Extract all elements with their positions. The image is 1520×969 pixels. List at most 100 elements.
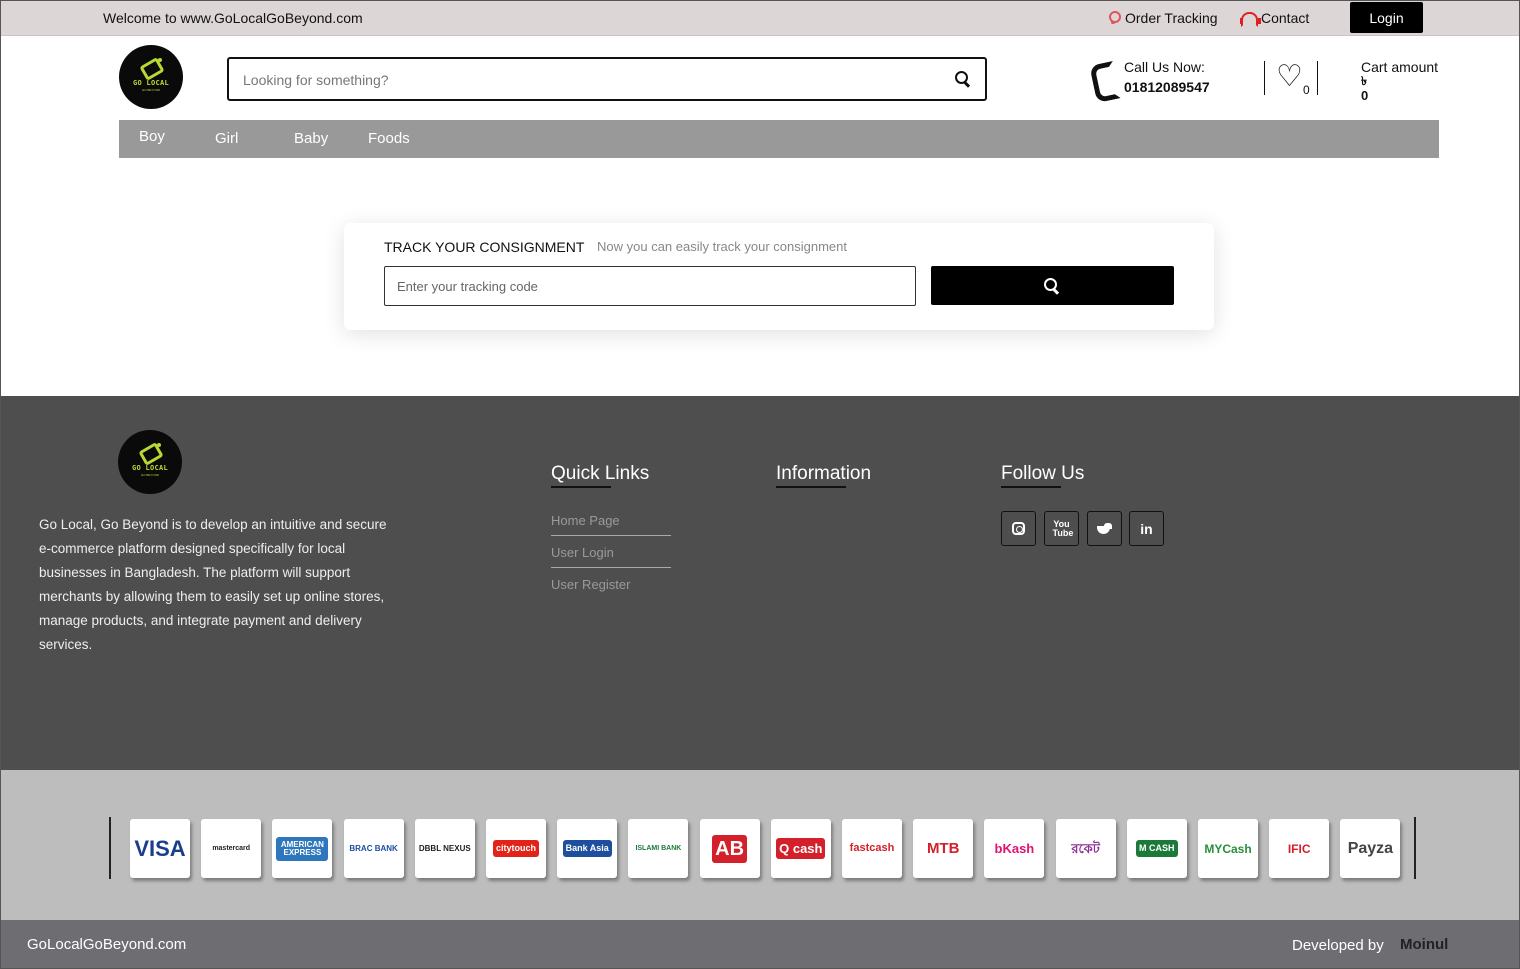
footer-link-home[interactable]: Home Page bbox=[551, 510, 671, 536]
instagram-button[interactable] bbox=[1001, 511, 1036, 546]
payment-logo-mycash: MYCash bbox=[1198, 819, 1258, 878]
information-title: Information bbox=[776, 463, 872, 484]
payment-logo-citytouch: citytouch bbox=[486, 819, 546, 878]
payment-logo-label: bKash bbox=[994, 841, 1035, 856]
payment-logo-mtb: MTB bbox=[913, 819, 974, 878]
about-text: Go Local, Go Beyond is to develop an int… bbox=[39, 517, 387, 652]
payment-logo-label: AB bbox=[712, 834, 748, 863]
wishlist-count: 0 bbox=[1303, 83, 1310, 97]
payment-logo-label: citytouch bbox=[492, 840, 539, 857]
bottom-bar: GoLocalGoBeyond.com Developed by Moinul bbox=[1, 920, 1519, 968]
heart-icon: ♡ bbox=[1276, 59, 1303, 94]
payment-logo-label: VISA bbox=[134, 835, 186, 861]
logo-subtext: GO BEYOND bbox=[141, 88, 161, 92]
phone-icon bbox=[1091, 61, 1111, 93]
payment-logo-payza: Payza bbox=[1340, 819, 1401, 878]
nav-item-foods[interactable]: Foods bbox=[368, 130, 410, 147]
linkedin-button[interactable]: in bbox=[1129, 511, 1164, 546]
payment-logo-label: Payza bbox=[1347, 839, 1394, 857]
quick-links-title: Quick Links bbox=[551, 463, 650, 484]
payment-logo-bkash: bKash bbox=[984, 819, 1045, 878]
search-icon[interactable] bbox=[955, 71, 971, 87]
payment-logo-brac-bank: BRAC BANK bbox=[343, 819, 404, 878]
footer-link-register[interactable]: User Register bbox=[551, 574, 671, 599]
welcome-text: Welcome to www.GoLocalGoBeyond.com bbox=[103, 10, 363, 26]
order-tracking-link[interactable]: Order Tracking bbox=[1107, 10, 1218, 26]
payment-logo-bank-asia: Bank Asia bbox=[557, 819, 618, 878]
contact-label: Contact bbox=[1261, 10, 1310, 26]
payment-logo-label: Q cash bbox=[776, 838, 826, 859]
cart-label[interactable]: Cart amount bbox=[1361, 59, 1438, 75]
payment-logo-label: রকেট bbox=[1071, 841, 1100, 856]
site-logo[interactable]: GO LOCAL GO BEYOND bbox=[119, 45, 183, 109]
logo-text: GO LOCAL bbox=[131, 464, 169, 472]
payment-logo-label: AMERICAN EXPRESS bbox=[276, 836, 329, 861]
logo-mark-icon bbox=[140, 58, 162, 76]
order-tracking-label: Order Tracking bbox=[1125, 10, 1218, 26]
heading-underline bbox=[551, 486, 611, 488]
quick-links-list: Home Page User Login User Register bbox=[551, 510, 671, 605]
linkedin-icon: in bbox=[1140, 520, 1153, 537]
nav-item-boy[interactable]: Boy bbox=[139, 128, 165, 145]
track-subtitle: Now you can easily track your consignmen… bbox=[597, 239, 848, 254]
instagram-icon bbox=[1012, 522, 1025, 535]
twitter-button[interactable] bbox=[1087, 511, 1122, 546]
payment-logo-fastcash: fastcash bbox=[842, 819, 902, 878]
follow-us-heading: Follow Us bbox=[1001, 463, 1085, 488]
logo-subtext: GO BEYOND bbox=[140, 473, 160, 477]
payment-logo-label: IFIC bbox=[1287, 841, 1311, 856]
tracking-code-input[interactable] bbox=[384, 266, 916, 306]
payment-logo-q-cash: Q cash bbox=[770, 819, 831, 878]
follow-us-title: Follow Us bbox=[1001, 463, 1085, 484]
headset-icon bbox=[1240, 11, 1261, 27]
top-bar: Welcome to www.GoLocalGoBeyond.com Order… bbox=[1, 1, 1519, 36]
youtube-icon: You Tube bbox=[1052, 518, 1074, 538]
payment-logo-label: ISLAMI BANK bbox=[635, 845, 682, 852]
logo-text: GO LOCAL bbox=[132, 79, 170, 87]
login-button[interactable]: Login bbox=[1350, 2, 1423, 33]
payment-logo-label: fastcash bbox=[849, 842, 895, 854]
footer-link-login[interactable]: User Login bbox=[551, 542, 671, 568]
payment-logo-islami-bank: ISLAMI BANK bbox=[628, 819, 689, 878]
contact-link[interactable]: Contact bbox=[1240, 10, 1310, 27]
payment-logo-label: Bank Asia bbox=[562, 840, 612, 857]
call-label: Call Us Now: bbox=[1124, 59, 1205, 75]
payment-logo-ab: AB bbox=[699, 819, 760, 878]
twitter-icon bbox=[1097, 522, 1112, 535]
payment-logo-label: MYCash bbox=[1204, 841, 1252, 856]
payment-logo-label: BRAC BANK bbox=[349, 843, 398, 853]
search-input[interactable] bbox=[243, 69, 923, 91]
nav-item-girl[interactable]: Girl bbox=[215, 130, 238, 147]
wishlist-button[interactable]: ♡ 0 bbox=[1264, 59, 1318, 97]
youtube-button[interactable]: You Tube bbox=[1044, 511, 1079, 546]
category-nav: Boy Girl Baby Foods bbox=[119, 120, 1439, 158]
developer-name[interactable]: Moinul bbox=[1400, 936, 1448, 953]
track-search-button[interactable] bbox=[931, 266, 1174, 305]
track-title: TRACK YOUR CONSIGNMENT bbox=[384, 239, 585, 255]
copyright-text: GoLocalGoBeyond.com bbox=[27, 936, 187, 953]
heading-underline bbox=[1001, 486, 1061, 488]
nav-item-baby[interactable]: Baby bbox=[294, 130, 328, 147]
payment-methods: VISA mastercard AMERICAN EXPRESS BRAC BANK D… bbox=[1, 770, 1519, 920]
search-bar bbox=[227, 57, 987, 101]
developed-by-label: Developed by bbox=[1292, 937, 1384, 954]
payment-logo-mastercard: mastercard bbox=[201, 819, 262, 878]
footer: GO LOCAL GO BEYOND Go Local, Go Beyond i… bbox=[1, 396, 1519, 770]
track-consignment-card: TRACK YOUR CONSIGNMENT Now you can easil… bbox=[344, 223, 1214, 330]
payment-logo-label: DBBL NEXUS bbox=[418, 843, 471, 853]
payment-logo-m-cash: M CASH bbox=[1126, 819, 1187, 878]
call-number[interactable]: 01812089547 bbox=[1124, 79, 1210, 95]
payment-divider-right bbox=[1414, 817, 1416, 879]
quick-links-heading: Quick Links bbox=[551, 463, 650, 488]
payment-logo-visa: VISA bbox=[130, 819, 190, 878]
footer-logo[interactable]: GO LOCAL GO BEYOND bbox=[118, 430, 182, 494]
payment-divider-left bbox=[109, 817, 111, 879]
payment-logo-label: MTB bbox=[926, 840, 960, 857]
payment-logo--: রকেট bbox=[1055, 819, 1116, 878]
payment-logo-label: mastercard bbox=[212, 845, 251, 852]
heading-underline bbox=[776, 486, 846, 488]
payment-logo-dbbl-nexus: DBBL NEXUS bbox=[414, 819, 475, 878]
location-pin-icon bbox=[1107, 11, 1121, 25]
payment-logo-ific: IFIC bbox=[1269, 819, 1330, 878]
cart-amount: 0 bbox=[1361, 88, 1369, 103]
